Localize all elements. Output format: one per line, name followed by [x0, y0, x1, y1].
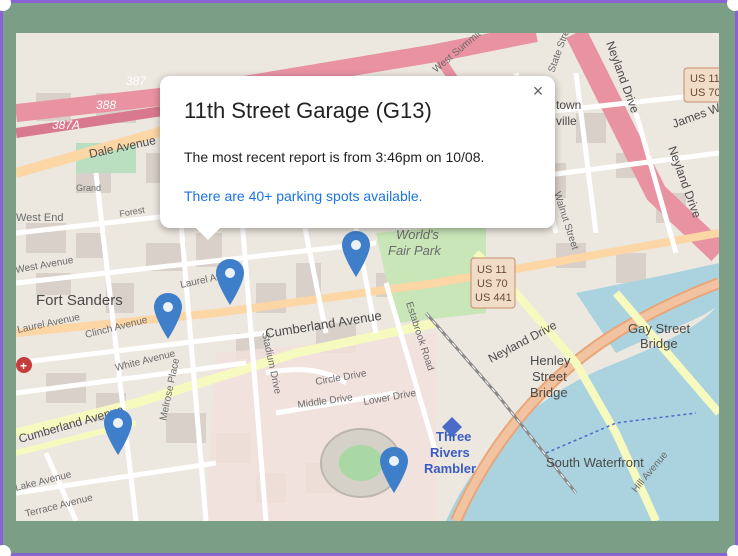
label-henley-street-bridge-2: Street: [532, 369, 567, 384]
label-route-387: 387: [126, 74, 147, 88]
popup-pointer: [196, 228, 220, 240]
label-worlds-fair-park: World's: [396, 227, 439, 242]
label-us-route-70-tr: US 70: [690, 87, 719, 99]
label-worlds-fair-park-2: Fair Park: [388, 243, 442, 258]
frame-corner: [727, 0, 738, 11]
label-knoxville-2: ville: [556, 114, 577, 128]
label-route-388: 388: [96, 98, 116, 112]
marker-1[interactable]: [342, 231, 370, 277]
label-gay-street-bridge: Gay Street: [628, 321, 691, 336]
frame-corner: [0, 545, 11, 556]
marker-4[interactable]: [104, 409, 132, 455]
label-gay-street-bridge-2: Bridge: [640, 336, 678, 351]
label-us-route-441: US 441: [475, 292, 512, 304]
label-fort-sanders: Fort Sanders: [36, 292, 123, 309]
label-three-rivers-rambler-3: Rambler: [424, 461, 476, 476]
label-henley-street-bridge: Henley: [530, 353, 571, 368]
label-henley-street-bridge-3: Bridge: [530, 385, 568, 400]
label-three-rivers-rambler-2: Rivers: [430, 445, 470, 460]
frame-corner: [0, 0, 11, 11]
popup-report-time: The most recent report is from 3:46pm on…: [184, 149, 485, 165]
close-icon[interactable]: ×: [527, 80, 549, 102]
marker-5[interactable]: [380, 447, 408, 493]
label-route-387a: 387A: [52, 118, 80, 132]
label-us-route-11: US 11: [477, 264, 507, 276]
marker-3[interactable]: [154, 293, 182, 339]
popup-spots-available: There are 40+ parking spots available.: [184, 188, 423, 204]
label-us-route-70: US 70: [477, 278, 508, 290]
label-knoxville: town: [556, 98, 581, 112]
label-west-end: West End: [16, 212, 64, 224]
info-popup: 11th Street Garage (G13) × The most rece…: [160, 76, 555, 228]
popup-title: 11th Street Garage (G13): [184, 98, 432, 123]
marker-2[interactable]: [216, 259, 244, 305]
label-us-route-11-tr: US 11: [690, 73, 719, 85]
svg-text:+: +: [20, 359, 27, 373]
label-south-waterfront: South Waterfront: [546, 455, 644, 470]
frame-corner: [727, 545, 738, 556]
label-three-rivers-rambler: Three: [436, 429, 471, 444]
label-grand: Grand: [76, 183, 101, 193]
